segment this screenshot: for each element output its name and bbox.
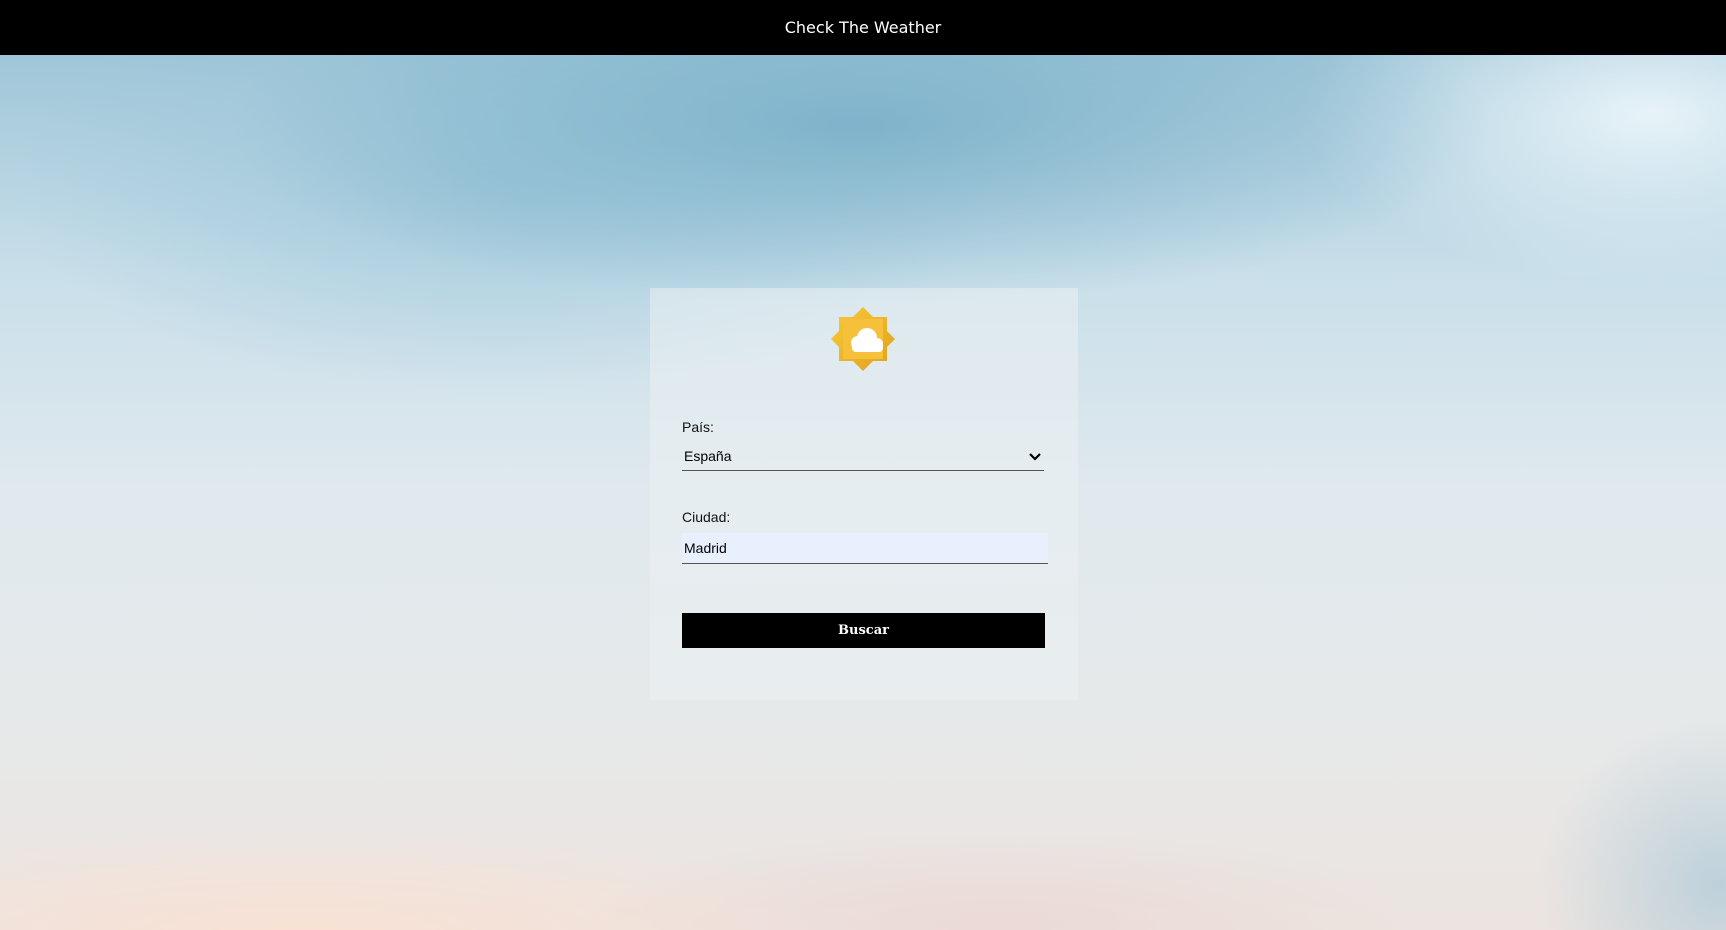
search-button[interactable]: Buscar bbox=[682, 613, 1045, 648]
search-form-card: País: España Ciudad: Buscar bbox=[650, 288, 1078, 700]
chevron-down-icon bbox=[1029, 453, 1041, 461]
city-input[interactable] bbox=[682, 533, 1048, 564]
app-title: Check The Weather bbox=[784, 18, 942, 37]
sun-cloud-icon bbox=[831, 307, 895, 371]
city-label: Ciudad: bbox=[682, 509, 731, 525]
country-selected-value: España bbox=[684, 448, 732, 464]
top-navbar: Check The Weather bbox=[0, 0, 1726, 55]
country-label: País: bbox=[682, 419, 714, 435]
country-select[interactable]: España bbox=[682, 444, 1044, 471]
